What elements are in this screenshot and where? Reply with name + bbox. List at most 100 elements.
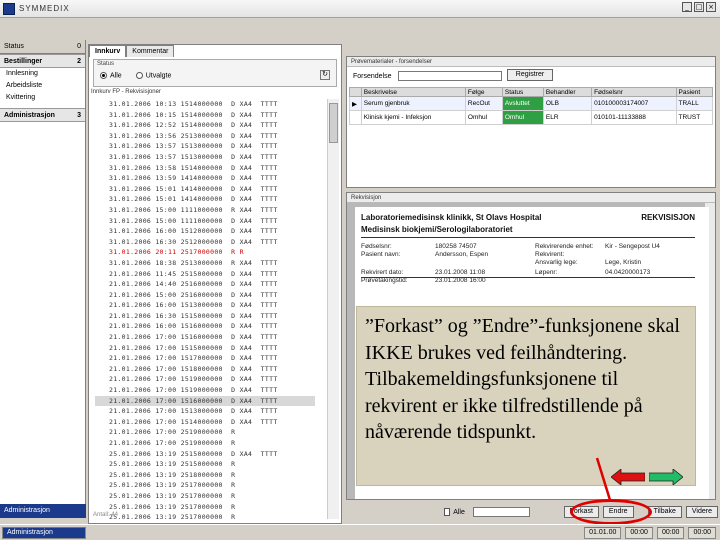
app-logo-icon xyxy=(3,2,15,15)
list-item[interactable]: 31.01.2006 18:38 2513000000 R XA4 TTTT xyxy=(95,258,315,269)
document-title: REKVISISJON xyxy=(641,213,695,222)
column-header[interactable]: Følge xyxy=(464,87,503,97)
status-bar-right: 01.01.00 00:00 00:00 00:00 xyxy=(582,527,716,539)
minimize-icon[interactable]: _ xyxy=(682,2,692,12)
field-label: Ansvarlig lege: xyxy=(535,259,578,266)
radio-all[interactable]: Alle xyxy=(100,72,122,79)
column-header[interactable]: Beskrivelse xyxy=(360,87,466,97)
nav-section-admin[interactable]: Administrasjon 3 xyxy=(0,108,85,122)
request-list-panel: Innkurv Kommentar Status Alle Utvalgte ↻… xyxy=(88,44,342,524)
list-item[interactable]: 21.01.2006 17:00 2519000000 R xyxy=(95,427,315,438)
list-item[interactable]: 31.01.2006 20:11 2517000000 R R xyxy=(95,247,315,258)
nav-footer[interactable]: Administrasjon xyxy=(0,504,86,518)
table-cell: 010100003174007 xyxy=(591,96,677,111)
annotation-text: ”Forkast” og ”Endre”-funksjonene skal IK… xyxy=(365,315,680,443)
maximize-icon[interactable]: □ xyxy=(694,2,704,12)
shipment-filter-input[interactable] xyxy=(397,71,502,81)
list-item[interactable]: 31.01.2006 13:57 1513000000 D XA4 TTTT xyxy=(95,152,315,163)
list-item[interactable]: 31.01.2006 13:58 1514000000 D XA4 TTTT xyxy=(95,163,315,174)
list-item[interactable]: 31.01.2006 15:01 1414000000 D XA4 TTTT xyxy=(95,184,315,195)
column-header[interactable]: Pasient xyxy=(675,87,714,97)
arrow-right-icon xyxy=(649,469,683,485)
list-item[interactable]: 31.01.2006 15:00 1111000000 R XA4 TTTT xyxy=(95,205,315,216)
list-item[interactable]: 25.01.2006 13:19 2517000000 R xyxy=(95,502,315,513)
list-item[interactable]: 21.01.2006 17:00 1514000000 D XA4 TTTT xyxy=(95,417,315,428)
list-item[interactable]: 21.01.2006 17:00 1518000000 D XA4 TTTT xyxy=(95,364,315,375)
list-scrollbar-thumb[interactable] xyxy=(329,103,338,143)
list-item[interactable]: 21.01.2006 17:00 1517000000 D XA4 TTTT xyxy=(95,353,315,364)
tab-kommentar[interactable]: Kommentar xyxy=(126,45,175,57)
status-cell: 00:00 xyxy=(656,527,685,539)
column-header[interactable]: Fødselsnr xyxy=(591,87,677,97)
list-item[interactable]: 25.01.2006 13:19 2515000000 R xyxy=(95,459,315,470)
list-item[interactable]: 21.01.2006 17:00 1515000000 D XA4 TTTT xyxy=(95,343,315,354)
list-item[interactable]: 21.01.2006 17:00 1516000000 D XA4 TTTT xyxy=(95,395,315,407)
list-item[interactable]: 25.01.2006 13:19 2515000000 D XA4 TTTT xyxy=(95,449,315,460)
all-checkbox[interactable] xyxy=(444,508,451,516)
nav-section-orders[interactable]: Bestillinger 2 xyxy=(0,54,85,68)
window-title: SYMMEDIX xyxy=(19,4,70,13)
register-button[interactable]: Registrer xyxy=(507,69,553,81)
column-header[interactable] xyxy=(349,87,362,97)
next-button[interactable]: Videre xyxy=(685,506,718,518)
list-item[interactable]: 31.01.2006 15:00 1111000000 D XA4 TTTT xyxy=(95,216,315,227)
divider xyxy=(361,237,695,238)
table-cell: ELR xyxy=(542,110,593,125)
list-item[interactable]: 21.01.2006 17:00 2519000000 R xyxy=(95,438,315,449)
list-item[interactable]: 21.01.2006 17:00 1516000000 D XA4 TTTT xyxy=(95,332,315,343)
radio-selected-label: Utvalgte xyxy=(145,72,172,80)
list-item[interactable]: 21.01.2006 11:45 2515000000 D XA4 TTTT xyxy=(95,269,315,280)
table-row[interactable]: ▶ Serum gjenbruk RecOut Avsluttet OLB 0101000… xyxy=(349,96,714,111)
table-cell xyxy=(349,110,362,125)
back-button[interactable]: Tilbake xyxy=(647,506,682,518)
list-item[interactable]: 31.01.2006 10:13 1514000000 D XA4 TTTT xyxy=(95,99,315,110)
list-item[interactable]: 31.01.2006 13:56 2513000000 D XA4 TTTT xyxy=(95,131,315,142)
highlight-ring xyxy=(570,499,652,525)
table-cell: TRUST xyxy=(675,110,714,125)
nav-item-innlesning[interactable]: Innlesning xyxy=(0,68,85,80)
list-item[interactable]: 21.01.2006 16:00 1516000000 D XA4 TTTT xyxy=(95,321,315,332)
nav-header[interactable]: Status 0 xyxy=(0,40,85,54)
list-scrollbar[interactable] xyxy=(327,99,339,519)
list-item[interactable]: 21.01.2006 16:00 1513000000 D XA4 TTTT xyxy=(95,300,315,311)
hospital-name: Laboratoriemedisinsk klinikk, St Olavs H… xyxy=(361,213,542,222)
table-cell: Klinisk kjemi - Infeksjon xyxy=(360,110,466,125)
list-item[interactable]: 31.01.2006 10:15 1514000000 D XA4 TTTT xyxy=(95,110,315,121)
list-footer: Antall: 44 xyxy=(93,512,119,518)
nav-item-kvittering[interactable]: Kvittering xyxy=(0,92,85,104)
list-item[interactable]: 21.01.2006 17:00 1519000000 D XA4 TTTT xyxy=(95,385,315,396)
nav-item-arbeidsliste[interactable]: Arbeidsliste xyxy=(0,80,85,92)
field-value: Andersson, Espen xyxy=(435,251,489,258)
radio-selected-icon[interactable] xyxy=(135,72,143,79)
list-item[interactable]: 31.01.2006 13:59 1414000000 D XA4 TTTT xyxy=(95,173,315,184)
list-item[interactable]: 25.01.2006 13:19 2517000000 R xyxy=(95,491,315,502)
table-row[interactable]: Klinisk kjemi - Infeksjon Omhul Omhul ELR 01… xyxy=(349,110,714,125)
radio-all-label: Alle xyxy=(110,72,122,80)
column-header[interactable]: Status xyxy=(501,87,544,97)
shipment-table-header: Beskrivelse Følge Status Behandler Fødselsnr… xyxy=(349,87,714,97)
divider xyxy=(361,277,695,278)
list-item[interactable]: 21.01.2006 17:00 1513000000 D XA4 TTTT xyxy=(95,406,315,417)
list-item[interactable]: 21.01.2006 15:00 2516000000 D XA4 TTTT xyxy=(95,290,315,301)
column-header[interactable]: Behandler xyxy=(542,87,593,97)
tab-innkurv[interactable]: Innkurv xyxy=(89,45,127,57)
left-navigation: Status 0 Bestillinger 2 Innlesning Arbei… xyxy=(0,40,86,518)
radio-selected[interactable]: Utvalgte xyxy=(135,72,172,80)
list-item[interactable]: 31.01.2006 15:01 1414000000 D XA4 TTTT xyxy=(95,194,315,205)
list-item[interactable]: 31.01.2006 16:30 2512000000 D XA4 TTTT xyxy=(95,237,315,248)
list-item[interactable]: 25.01.2006 13:19 2518000000 R xyxy=(95,470,315,481)
radio-all-icon[interactable] xyxy=(100,72,107,79)
request-list[interactable]: 31.01.2006 10:13 1514000000 D XA4 TTTT 31… xyxy=(95,99,315,519)
action-select[interactable] xyxy=(472,507,530,517)
close-icon[interactable]: × xyxy=(706,2,716,12)
list-item[interactable]: 21.01.2006 17:00 1519000000 D XA4 TTTT xyxy=(95,374,315,385)
list-item[interactable]: 21.01.2006 16:30 1515000000 D XA4 TTTT xyxy=(95,311,315,322)
list-item[interactable]: 25.01.2006 13:19 2517000000 R xyxy=(95,480,315,491)
refresh-icon[interactable]: ↻ xyxy=(320,70,330,80)
list-item[interactable]: 21.01.2006 14:40 2516000000 D XA4 TTTT xyxy=(95,279,315,290)
list-item[interactable]: 31.01.2006 13:57 1513000000 D XA4 TTTT xyxy=(95,141,315,152)
arrow-left-icon xyxy=(611,469,645,485)
list-item[interactable]: 31.01.2006 12:52 1514000000 D XA4 TTTT xyxy=(95,120,315,131)
list-item[interactable]: 31.01.2006 16:00 1512000000 D XA4 TTTT xyxy=(95,226,315,237)
field-value: 23.01.2008 11:08 xyxy=(435,269,486,276)
